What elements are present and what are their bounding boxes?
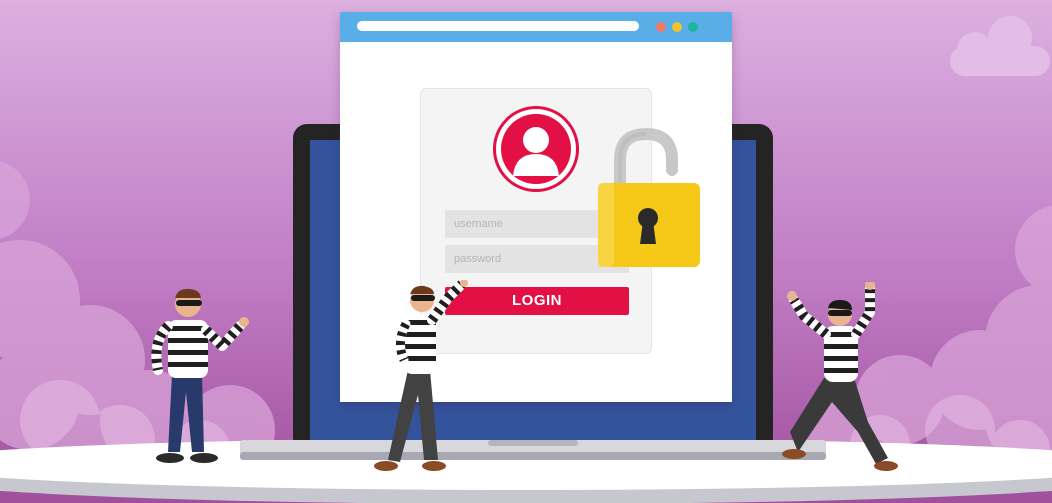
illustration-scene: username password LOGIN — [0, 0, 1052, 503]
thief-figure-center — [374, 280, 468, 471]
address-bar[interactable] — [357, 21, 639, 31]
window-dot-yellow[interactable] — [672, 22, 682, 32]
thief-figure-right — [782, 282, 898, 471]
padlock-icon — [598, 127, 700, 267]
window-dot-green[interactable] — [688, 22, 698, 32]
user-icon — [501, 114, 571, 184]
browser-titlebar — [340, 12, 732, 42]
window-dot-red[interactable] — [656, 22, 666, 32]
avatar — [493, 106, 579, 192]
thief-figure-left — [151, 288, 249, 463]
